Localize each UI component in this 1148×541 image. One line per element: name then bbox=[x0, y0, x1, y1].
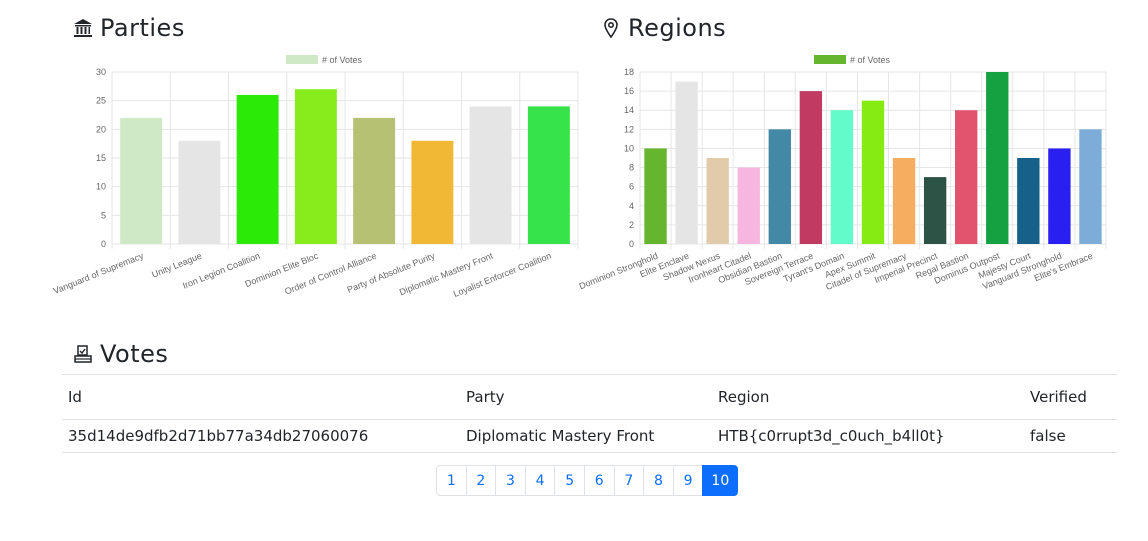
parties-bar bbox=[527, 106, 570, 245]
regions-bar bbox=[1017, 158, 1040, 244]
regions-bar-chart: # of Votes024681012141618Dominion Strong… bbox=[578, 55, 1107, 292]
regions-bar bbox=[706, 158, 729, 244]
parties-y-tick: 20 bbox=[96, 124, 106, 134]
page-button-10[interactable]: 10 bbox=[702, 465, 739, 496]
regions-bar bbox=[892, 158, 916, 244]
regions-y-tick: 6 bbox=[629, 182, 634, 192]
regions-y-tick: 14 bbox=[624, 105, 634, 115]
ballot-box-icon bbox=[72, 343, 94, 365]
page-button-2[interactable]: 2 bbox=[465, 465, 497, 496]
parties-heading: Parties bbox=[72, 14, 185, 42]
column-header-id: Id bbox=[62, 374, 460, 420]
parties-bar bbox=[469, 106, 512, 245]
page-button-3[interactable]: 3 bbox=[495, 465, 526, 496]
parties-bar bbox=[353, 117, 396, 244]
votes-table-container: Id Party Region Verified 35d14de9dfb2d71… bbox=[62, 374, 1117, 453]
regions-bar bbox=[861, 100, 885, 244]
column-header-party: Party bbox=[460, 374, 712, 420]
pagination: 1 2 3 4 5 6 7 8 9 10 bbox=[436, 465, 739, 496]
page-button-4[interactable]: 4 bbox=[524, 465, 556, 496]
votes-title-text: Votes bbox=[100, 340, 169, 368]
parties-x-tick: Diplomatic Mastery Front bbox=[398, 250, 495, 297]
regions-bar bbox=[644, 148, 667, 244]
parties-bar bbox=[120, 117, 163, 244]
regions-legend-label: # of Votes bbox=[850, 55, 891, 65]
parties-bar bbox=[178, 140, 221, 244]
regions-y-tick: 0 bbox=[629, 239, 634, 249]
regions-heading: Regions bbox=[600, 14, 726, 42]
regions-y-tick: 2 bbox=[629, 220, 634, 230]
page-button-6[interactable]: 6 bbox=[583, 465, 615, 496]
table-row: 35d14de9dfb2d71bb77a34db27060076 Diploma… bbox=[62, 419, 1117, 453]
bank-icon bbox=[72, 17, 94, 39]
parties-y-tick: 10 bbox=[96, 182, 106, 192]
table-header-row: Id Party Region Verified bbox=[62, 374, 1117, 420]
votes-table: Id Party Region Verified 35d14de9dfb2d71… bbox=[62, 374, 1117, 453]
votes-heading: Votes bbox=[72, 340, 168, 368]
cell-verified: false bbox=[1024, 419, 1117, 453]
regions-y-tick: 8 bbox=[629, 163, 634, 173]
parties-bar-chart: # of Votes 0 5 10 15 20 25 30 Vanguard of Suprem… bbox=[52, 55, 579, 299]
parties-title-text: Parties bbox=[100, 14, 185, 42]
page-button-5[interactable]: 5 bbox=[554, 465, 585, 496]
regions-y-tick: 10 bbox=[624, 143, 634, 153]
regions-bar bbox=[923, 177, 947, 244]
parties-y-tick: 0 bbox=[101, 239, 106, 249]
regions-bar bbox=[1048, 148, 1071, 244]
regions-bar bbox=[675, 81, 698, 244]
regions-bar bbox=[986, 72, 1009, 244]
parties-bar bbox=[236, 94, 279, 244]
regions-bar bbox=[768, 129, 791, 244]
parties-legend-swatch bbox=[286, 55, 318, 64]
parties-x-tick: Loyalist Enforcer Coalition bbox=[452, 251, 553, 299]
parties-bar bbox=[411, 140, 454, 244]
regions-bar bbox=[830, 110, 854, 244]
page-button-1[interactable]: 1 bbox=[436, 465, 467, 496]
regions-legend: # of Votes bbox=[814, 55, 891, 65]
parties-bar bbox=[294, 89, 337, 244]
parties-y-tick: 5 bbox=[101, 210, 106, 220]
cell-party: Diplomatic Mastery Front bbox=[460, 419, 712, 453]
regions-bar bbox=[737, 167, 760, 244]
parties-x-tick: Vanguard of Supremacy bbox=[52, 250, 146, 296]
cell-region: HTB{c0rrupt3d_c0uch_b4ll0t} bbox=[712, 419, 1024, 453]
map-pin-icon bbox=[600, 17, 622, 39]
regions-y-tick: 16 bbox=[624, 86, 634, 96]
regions-y-tick: 4 bbox=[629, 201, 634, 211]
cell-id: 35d14de9dfb2d71bb77a34db27060076 bbox=[62, 419, 460, 453]
column-header-region: Region bbox=[712, 374, 1024, 420]
regions-y-tick: 12 bbox=[624, 124, 634, 134]
parties-legend: # of Votes bbox=[286, 55, 363, 65]
parties-legend-label: # of Votes bbox=[322, 55, 363, 65]
parties-y-tick: 15 bbox=[96, 153, 106, 163]
page-button-7[interactable]: 7 bbox=[613, 465, 645, 496]
column-header-verified: Verified bbox=[1024, 374, 1117, 420]
page-button-9[interactable]: 9 bbox=[672, 465, 704, 496]
regions-bar bbox=[1079, 129, 1102, 244]
parties-y-tick: 30 bbox=[96, 67, 106, 77]
page-button-8[interactable]: 8 bbox=[643, 465, 674, 496]
regions-legend-swatch bbox=[814, 55, 846, 64]
regions-title-text: Regions bbox=[628, 14, 727, 42]
parties-y-tick: 25 bbox=[96, 96, 106, 106]
regions-y-tick: 18 bbox=[624, 67, 634, 77]
regions-bar bbox=[799, 91, 823, 244]
regions-bar bbox=[955, 110, 978, 244]
